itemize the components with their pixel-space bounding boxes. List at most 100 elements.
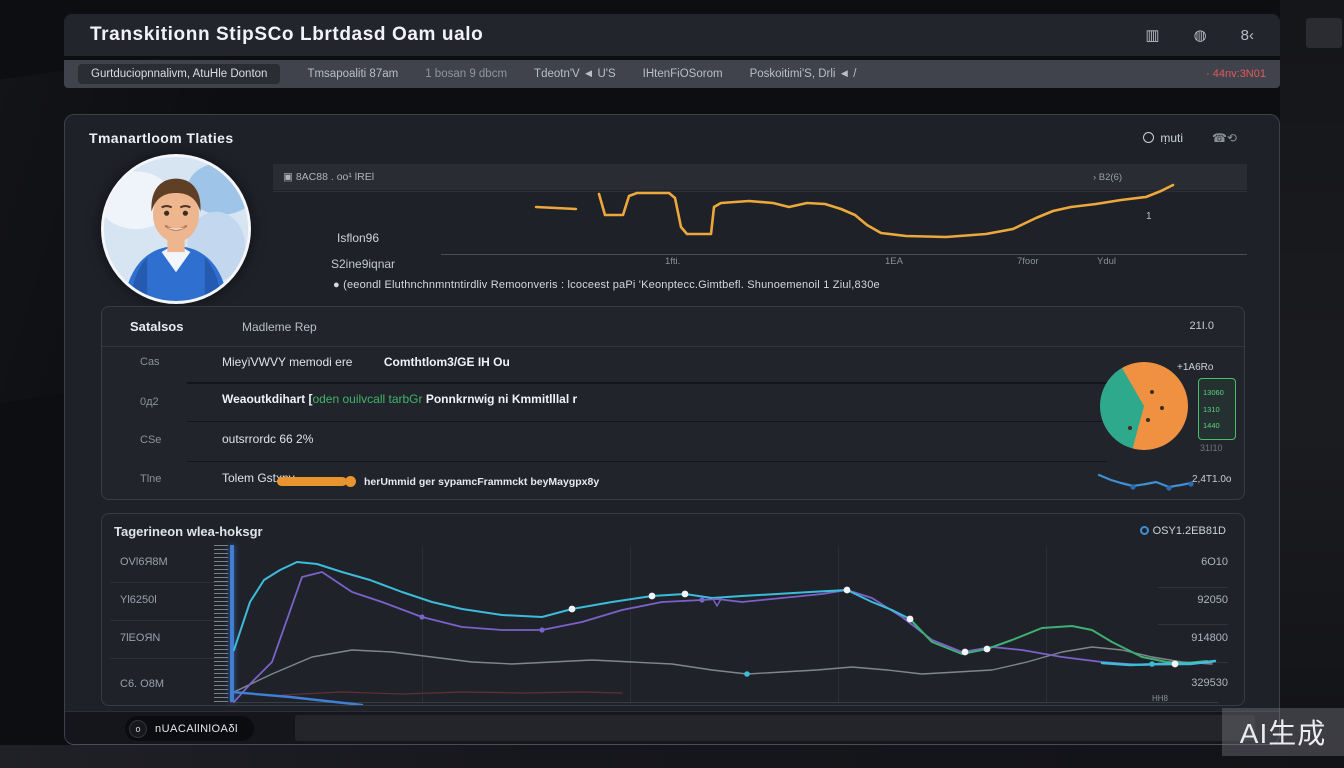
legend-box: 13060 1310 1440: [1198, 378, 1236, 440]
app-header: Transkitionn StipSCo Lbrtdasd Oam ualo ▥…: [64, 14, 1280, 56]
triangle-marker: [713, 599, 721, 606]
chart-note: › B2(6): [1093, 172, 1122, 183]
timeline-left-label-4[interactable]: C6. O8M: [120, 678, 220, 690]
profile-activity-chart: [461, 183, 1181, 245]
app-title: Transkitionn StipSCo Lbrtdasd Oam ualo: [90, 24, 483, 46]
legend-box-value-2: 1310: [1203, 405, 1231, 414]
pie-dot: [1150, 390, 1154, 394]
stats-row2-label: 0д2: [140, 396, 159, 408]
status-dot-icon: [1140, 526, 1149, 535]
refresh-label: ṃuti: [1160, 131, 1183, 145]
ai-watermark: AI生成: [1222, 708, 1344, 756]
axis-tick-1: 1fti.: [665, 256, 680, 267]
legend-box-value-1: 13060: [1203, 388, 1231, 397]
timeline-header-value: OSY1.2EB81D: [1140, 525, 1226, 537]
timeline-left-divider: [110, 620, 228, 621]
stats-side-plus-value: +1A6Ro: [1177, 362, 1213, 373]
nav-item-4[interactable]: Tdeotn'V ◄ U'S: [534, 68, 616, 80]
stats-title: Satalsos: [130, 319, 183, 334]
axis-tick-4: Ydul: [1097, 256, 1116, 267]
stats-row4-note: herUmmid ger sypamcFrammckt beyMaygpx8y: [364, 476, 599, 488]
stats-card: Satalsos Madleme Rep 21I.0 Cas MieyïVWVY…: [101, 306, 1245, 500]
stats-row2-text-post: Ponnkrnwig ni Kmmitlllal r: [423, 392, 578, 406]
background-corner-box: [1306, 18, 1342, 48]
profile-description: ● (eeondl Eluthnchnmntntirdliv Remoonver…: [333, 279, 880, 291]
avatar-illustration: [104, 157, 248, 301]
nav-item-3[interactable]: 1 bosan 9 dbcm: [425, 68, 507, 80]
nav-item-5[interactable]: IHtenFiOSorom: [643, 68, 723, 80]
axis-tick-3: 7foor: [1017, 256, 1039, 267]
timeline-right-divider: [1158, 587, 1228, 588]
footer-pill-button[interactable]: o nUACAllNlOAδl: [125, 716, 254, 741]
timeline-right-value-1: 6O10: [1124, 556, 1228, 568]
profile-name-line2: S2ine9iqnar: [331, 257, 395, 271]
profile-name-line1: Isflon96: [337, 231, 379, 245]
timeline-right-divider: [1158, 662, 1228, 663]
stats-row1-text-b: Comthtlom3/GE IH Ou: [384, 355, 510, 369]
phone-tools-icon[interactable]: ☎⟲: [1212, 131, 1237, 145]
sparkline-line: [1099, 475, 1191, 487]
panel-footer: o nUACAllNlOAδl: [65, 711, 1280, 745]
pie-dot: [1146, 418, 1150, 422]
crest-icon[interactable]: ◍: [1194, 26, 1207, 44]
footer-pill-label: nUACAllNlOAδl: [155, 723, 238, 735]
nav-alert-text: · 44nv:3N01: [1206, 68, 1266, 80]
teal-dots: [744, 661, 1155, 677]
timeline-right-value-4: 329530: [1124, 677, 1228, 689]
stats-row4-label: Tlne: [140, 473, 161, 485]
timeline-right-value-3: 914800: [1124, 632, 1228, 644]
stats-sparkline: [1096, 467, 1206, 497]
timeline-left-label-3[interactable]: 7lEOЯN: [120, 632, 220, 644]
stats-header-divider: [102, 346, 1244, 347]
progress-bar[interactable]: [277, 477, 347, 486]
user-link-icon[interactable]: 8‹: [1241, 27, 1254, 44]
background-band: [1280, 0, 1344, 768]
refresh-button[interactable]: ṃuti: [1143, 131, 1183, 145]
avatar: [101, 154, 251, 304]
timeline-corner-note: HH8: [1152, 694, 1168, 703]
stats-subtitle[interactable]: Madleme Rep: [242, 320, 317, 334]
activity-line-dash: [536, 207, 576, 209]
series-red: [282, 692, 622, 695]
stats-row2-text-green[interactable]: oden ouilvcall tarbGr: [312, 392, 422, 406]
stats-row1-text-a: MieyïVWVY memodi ere: [222, 355, 352, 369]
pie-chart: [1100, 362, 1188, 450]
series-purple: [234, 572, 1212, 702]
timeline-left-label-1[interactable]: OVl6Я8M: [120, 556, 220, 568]
series-teal: [234, 562, 922, 650]
timeline-left-divider: [110, 582, 228, 583]
timeline-chart: [230, 545, 1220, 705]
series-gray: [234, 647, 1212, 692]
stats-row-divider: [187, 461, 1107, 462]
timeline-card: Tagerineon wlea-hoksgr OSY1.2EB81D OVl6Я…: [101, 513, 1245, 706]
nav-item-1[interactable]: Gurtduciopnnalivm, AtuHle Donton: [78, 64, 280, 84]
timeline-left-divider: [110, 658, 228, 659]
progress-bar-handle[interactable]: [345, 476, 356, 487]
pie-dot: [1160, 406, 1164, 410]
header-icons: ▥ ◍ 8‹: [1145, 26, 1254, 44]
profile-badge: ▣ 8AC88 . oo¹ lREl: [283, 171, 374, 183]
timeline-value-text: OSY1.2EB81D: [1153, 525, 1226, 537]
stats-row2-text: Weaoutkdihart [oden ouilvcall tarbGr Pon…: [222, 392, 577, 406]
stats-row3-text: outsrrordc 66 2%: [222, 432, 313, 446]
timeline-title: Tagerineon wlea-hoksgr: [114, 524, 263, 539]
stats-row-divider: [187, 382, 1107, 384]
nav-item-6[interactable]: Poskoitimi'S, Drli ◄ /: [750, 68, 857, 80]
timeline-right-divider: [1158, 624, 1228, 625]
nav-bar: Gurtduciopnnalivm, AtuHle Donton Tmsapoa…: [64, 60, 1280, 88]
nav-item-2[interactable]: Tmsapoaliti 87am: [307, 68, 398, 80]
timeline-axis-ticks: [214, 545, 228, 703]
stats-row2-text-pre: Weaoutkdihart [: [222, 392, 312, 406]
stats-header-value: 21I.0: [1190, 320, 1214, 332]
grid-icon[interactable]: ▥: [1145, 26, 1159, 44]
main-panel: Tmanartloom Tlaties ṃuti ☎⟲ ▣ 8AC88 . oo…: [64, 114, 1280, 745]
axis-tick-2: 1EA: [885, 256, 903, 267]
timeline-left-label-2[interactable]: Yl6250l: [120, 594, 220, 606]
stats-row1-label: Cas: [140, 356, 160, 368]
stats-row1-text: MieyïVWVY memodi ere Comthtlom3/GE IH Ou: [222, 355, 510, 369]
background-bottom-strip: [0, 745, 1344, 768]
panel-title: Tmanartloom Tlaties: [89, 130, 234, 146]
activity-line-main: [599, 185, 1173, 237]
profile-axis-line: [441, 254, 1247, 255]
legend-box-value-3: 1440: [1203, 421, 1231, 430]
